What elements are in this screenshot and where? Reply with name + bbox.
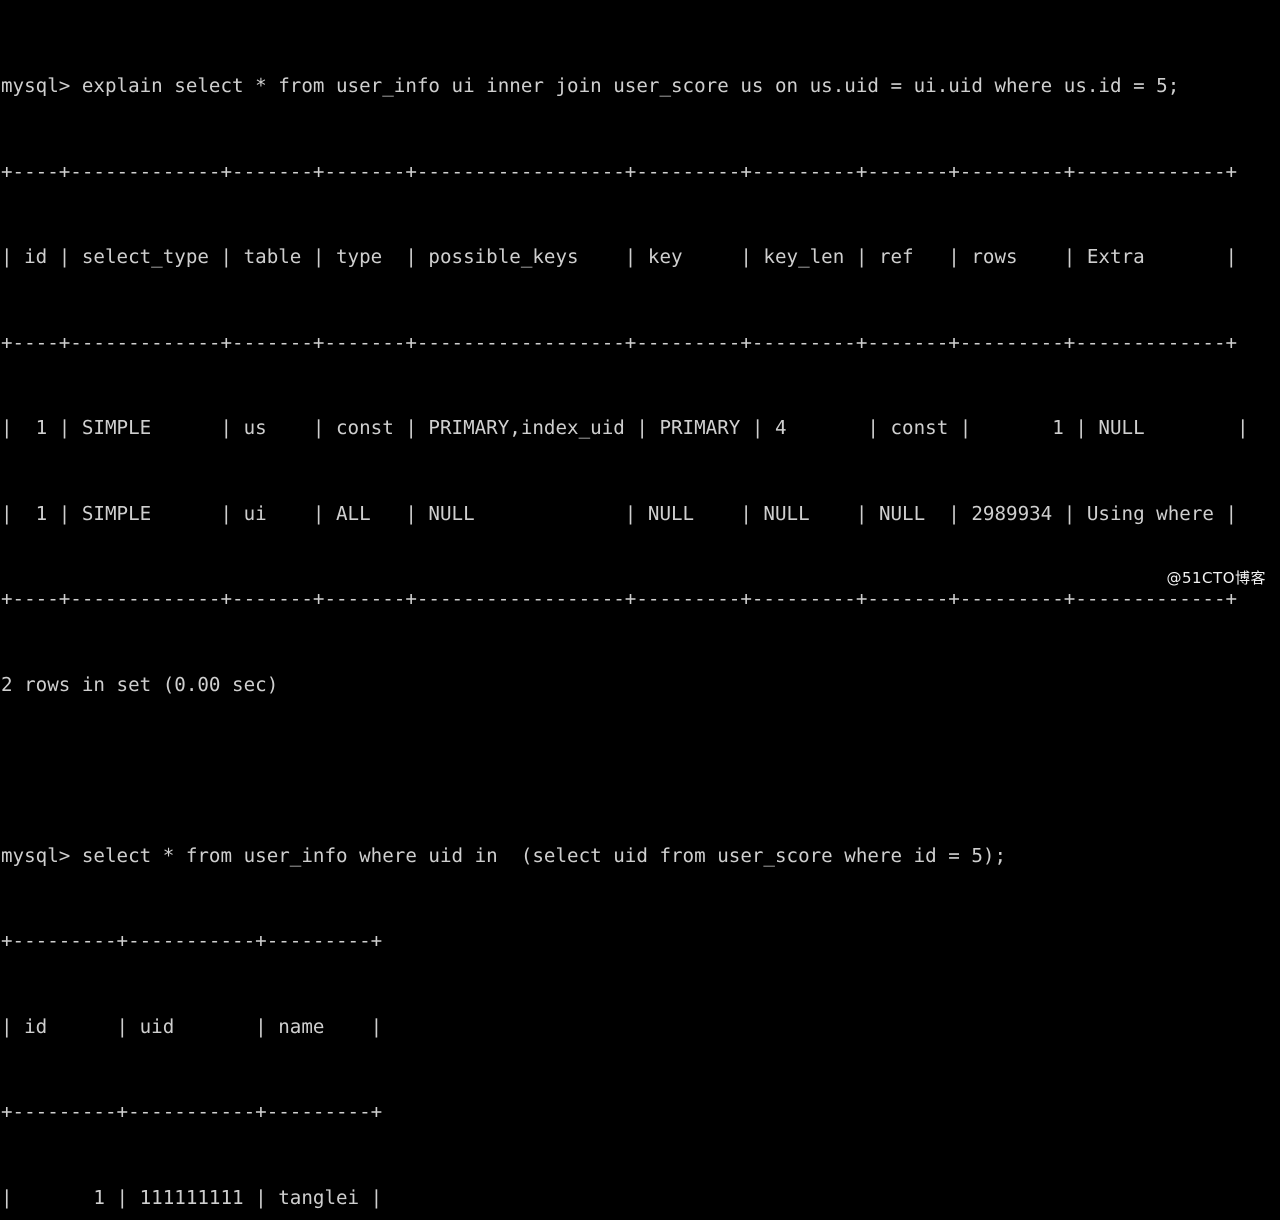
terminal-line-explain-header-border: +----+-------------+-------+-------+----… — [1, 330, 1238, 354]
watermark-label: @51CTO博客 — [1166, 569, 1266, 587]
terminal-line-explain-row-1: | 1 | SIMPLE | us | const | PRIMARY,inde… — [1, 416, 1249, 439]
terminal-window[interactable]: mysql> explain select * from user_info u… — [0, 0, 1280, 1209]
terminal-line-explain-header: | id | select_type | table | type | poss… — [1, 245, 1238, 268]
terminal-line-command-2: mysql> select * from user_info where uid… — [1, 843, 1007, 867]
terminal-line-explain-row-2: | 1 | SIMPLE | ui | ALL | NULL | NULL | … — [1, 501, 1238, 525]
terminal-line-userinfo-header: | id | uid | name | — [1, 1014, 383, 1038]
terminal-line-explain-status: 2 rows in set (0.00 sec) — [1, 672, 279, 696]
terminal-line-userinfo-row-1: | 1 | 111111111 | tanglei | — [1, 1185, 383, 1209]
terminal-line-explain-bottom-border: +----+-------------+-------+-------+----… — [1, 587, 1238, 610]
terminal-line-userinfo-header-border: +---------+-----------+---------+ — [1, 1100, 383, 1123]
terminal-line-userinfo-top-border: +---------+-----------+---------+ — [1, 929, 383, 952]
terminal-line-command-1: mysql> explain select * from user_info u… — [1, 74, 1180, 97]
terminal-output: mysql> explain select * from user_info u… — [1, 15, 1249, 1220]
terminal-line-explain-top-border: +----+-------------+-------+-------+----… — [1, 159, 1238, 183]
